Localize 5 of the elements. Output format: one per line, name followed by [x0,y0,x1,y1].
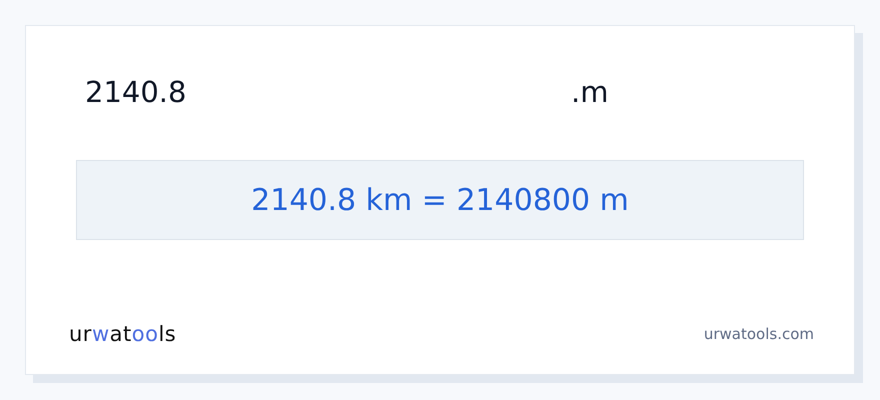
input-value: 2140.8 [85,75,188,109]
result-text: 2140.8 km = 2140800 m [251,182,629,218]
logo: urwatools [69,322,176,346]
unit-label: .m [571,75,608,109]
site-url: urwatools.com [704,325,814,343]
